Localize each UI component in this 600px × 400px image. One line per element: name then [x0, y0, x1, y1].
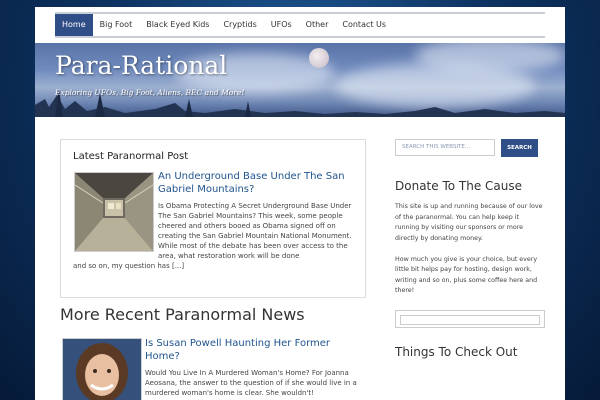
page-wrapper: Home Big Foot Black Eyed Kids Cryptids U…	[35, 7, 565, 400]
donate-paragraph: This site is up and running because of o…	[395, 203, 543, 242]
nav-item-cryptids[interactable]: Cryptids	[216, 14, 263, 36]
moon-image	[309, 48, 329, 68]
donate-widget-box	[395, 310, 545, 328]
things-to-check-out-heading: Things To Check Out	[395, 345, 518, 359]
featured-post-title-link[interactable]: An Underground Base Under The San Gabrie…	[158, 170, 358, 196]
site-header: Para-Rational Exploring UFOs, Big Foot, …	[35, 43, 565, 117]
woman-portrait-image	[63, 339, 141, 400]
site-tagline: Exploring UFOs, Big Foot, Aliens, BEC an…	[55, 88, 245, 97]
donate-heading: Donate To The Cause	[395, 179, 522, 193]
nav-item-contact-us[interactable]: Contact Us	[335, 14, 393, 36]
post-title-link[interactable]: Is Susan Powell Haunting Her Former Home…	[145, 337, 345, 363]
featured-post-excerpt: Is Obama Protecting A Secret Underground…	[158, 202, 352, 260]
nav-item-ufos[interactable]: UFOs	[264, 14, 299, 36]
search-button[interactable]: SEARCH	[501, 139, 538, 157]
nav-divider-bottom	[55, 36, 545, 38]
post-excerpt: Would You Live In A Murdered Woman's Hom…	[145, 369, 357, 397]
donate-paragraph: How much you give is your choice, but ev…	[395, 255, 538, 295]
nav-item-black-eyed-kids[interactable]: Black Eyed Kids	[139, 14, 216, 36]
featured-post-excerpt-continued: and so on, my question has [...]	[73, 262, 185, 270]
nav-item-big-foot[interactable]: Big Foot	[93, 14, 140, 36]
featured-widget-heading: Latest Paranormal Post	[73, 151, 189, 162]
search-input[interactable]: SEARCH THIS WEBSITE...	[395, 139, 495, 156]
donate-input-field[interactable]	[400, 315, 540, 325]
donate-text: This site is up and running because of o…	[395, 202, 545, 307]
main-nav: Home Big Foot Black Eyed Kids Cryptids U…	[55, 14, 393, 36]
featured-post-widget: Latest Paranormal Post An Underground Ba…	[60, 139, 366, 298]
nav-item-home[interactable]: Home	[55, 14, 93, 36]
featured-post-thumbnail[interactable]	[74, 172, 154, 252]
post-thumbnail[interactable]	[62, 338, 142, 400]
tunnel-image	[75, 173, 153, 251]
nav-item-other[interactable]: Other	[299, 14, 336, 36]
site-title[interactable]: Para-Rational	[55, 51, 227, 80]
more-news-heading: More Recent Paranormal News	[60, 305, 305, 324]
